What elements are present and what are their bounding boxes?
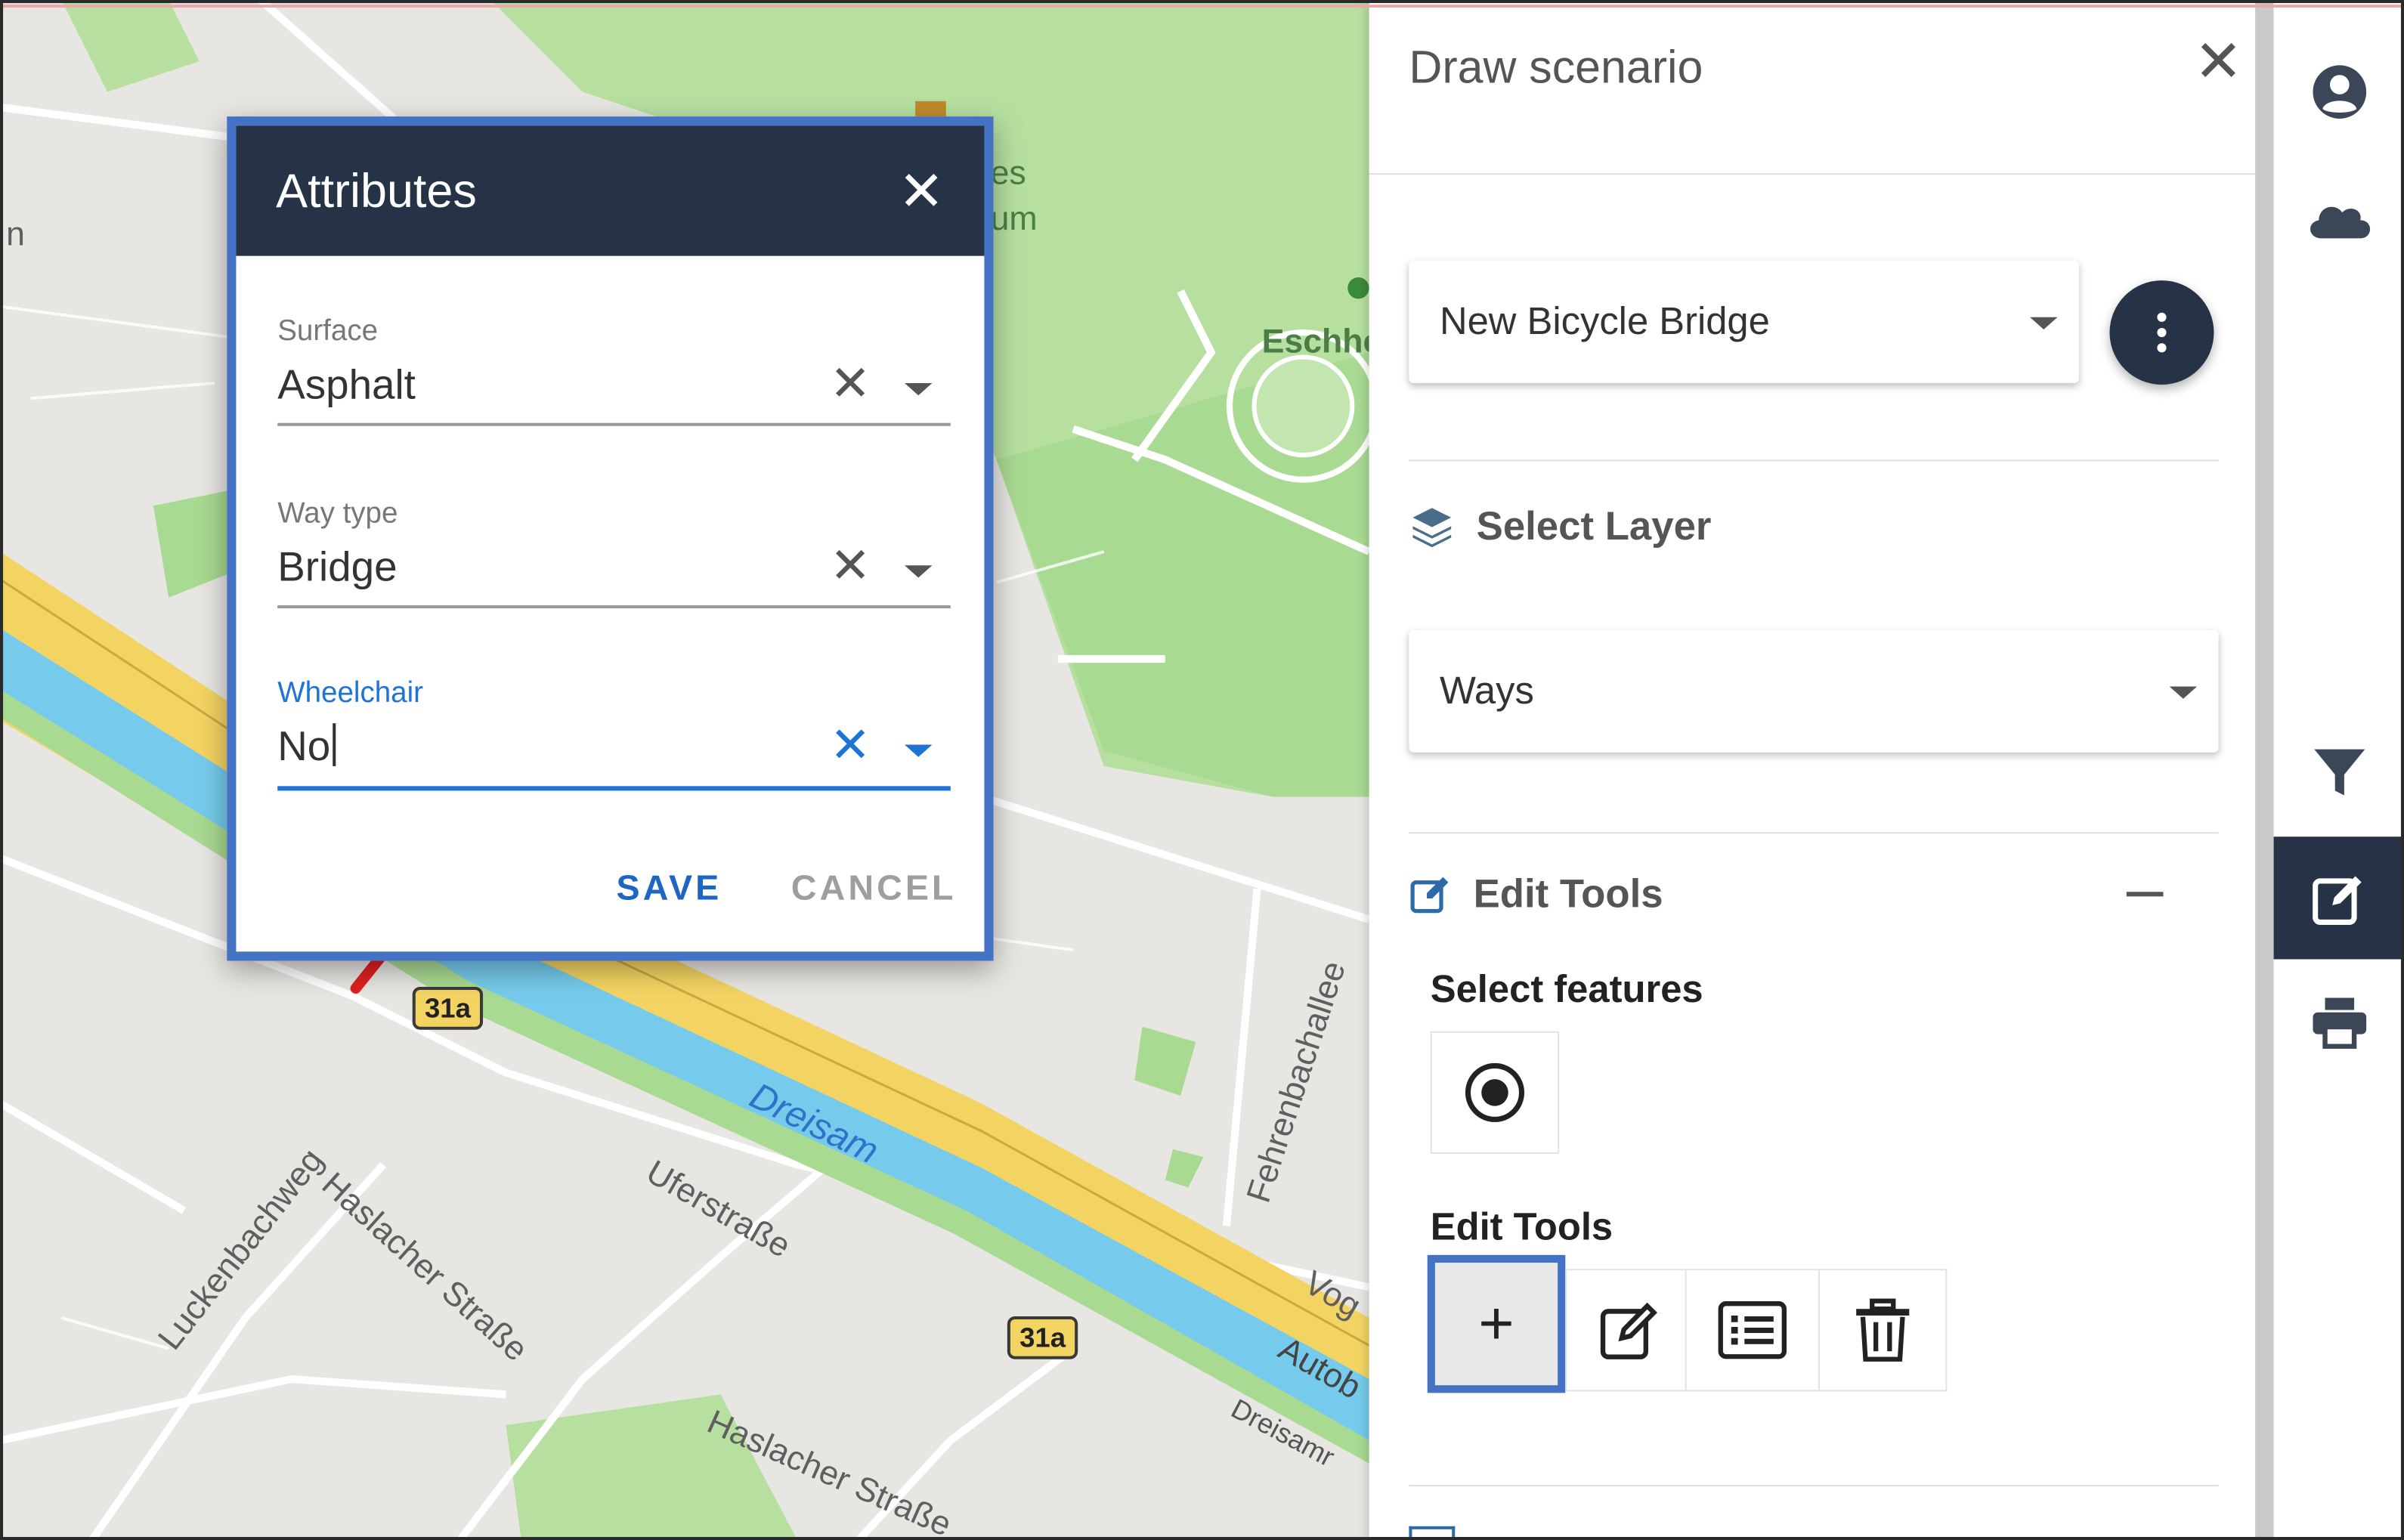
divider bbox=[1409, 459, 2219, 462]
divider bbox=[1409, 832, 2219, 834]
divider bbox=[1409, 1485, 2219, 1487]
panel-title: Draw scenario bbox=[1409, 42, 1703, 94]
modify-feature-button[interactable] bbox=[1565, 1269, 1694, 1392]
field-label: Way type bbox=[277, 498, 398, 530]
radio-select-icon bbox=[1465, 1062, 1525, 1122]
map-label-museum-1: es bbox=[990, 153, 1026, 192]
attributes-dialog: Attributes ✕ Surface Asphalt ✕ Way type … bbox=[227, 116, 994, 961]
cancel-button[interactable]: CANCEL bbox=[791, 867, 957, 909]
plus-icon: + bbox=[1478, 1290, 1514, 1358]
edit-tools-header[interactable]: Edit Tools bbox=[1409, 871, 1663, 918]
chevron-down-icon[interactable] bbox=[904, 565, 933, 578]
map-label-left: n bbox=[6, 214, 25, 253]
scenario-select[interactable]: New Bicycle Bridge bbox=[1409, 260, 2079, 383]
text-cursor bbox=[332, 723, 336, 766]
select-layer-header: Select Layer bbox=[1409, 503, 1711, 550]
layer-select[interactable]: Ways bbox=[1409, 629, 2219, 753]
trash-icon bbox=[1856, 1298, 1910, 1362]
layer-select-value: Ways bbox=[1439, 669, 1534, 713]
window-top-edge bbox=[0, 5, 2404, 8]
draw-scenario-button[interactable] bbox=[2273, 836, 2404, 960]
chevron-down-icon[interactable] bbox=[2169, 686, 2198, 699]
wheelchair-field[interactable]: Wheelchair No ✕ bbox=[277, 677, 951, 791]
app-window: Eschho es um n Dreisam Haslacher Straße … bbox=[0, 0, 2404, 1540]
account-icon bbox=[2312, 65, 2366, 119]
field-value: No bbox=[277, 723, 331, 770]
dialog-title: Attributes bbox=[276, 162, 477, 217]
way-type-field[interactable]: Way type Bridge ✕ bbox=[277, 498, 951, 609]
chevron-down-icon[interactable] bbox=[904, 382, 933, 396]
account-button[interactable] bbox=[2274, 31, 2404, 153]
clear-icon[interactable]: ✕ bbox=[830, 359, 871, 408]
road-shield: 31a bbox=[1007, 1316, 1078, 1359]
road-shield: 31a bbox=[412, 986, 484, 1030]
scenario-select-value: New Bicycle Bridge bbox=[1439, 300, 1770, 344]
add-feature-button[interactable]: + bbox=[1427, 1254, 1566, 1393]
dot bbox=[2157, 312, 2167, 322]
clear-icon[interactable]: ✕ bbox=[830, 541, 871, 590]
print-button[interactable] bbox=[2274, 960, 2404, 1083]
dot bbox=[2157, 343, 2167, 353]
right-toolbar bbox=[2273, 0, 2404, 1540]
cloud-button[interactable] bbox=[2274, 156, 2404, 279]
draw-scenario-panel: Draw scenario ✕ New Bicycle Bridge Selec… bbox=[1369, 0, 2256, 1540]
clear-icon[interactable]: ✕ bbox=[830, 720, 871, 769]
layers-icon bbox=[1412, 507, 1452, 547]
filter-icon bbox=[2313, 749, 2365, 796]
chevron-down-icon[interactable] bbox=[2029, 317, 2058, 329]
next-section-icon bbox=[1409, 1526, 1456, 1540]
field-value: Asphalt bbox=[277, 361, 416, 408]
field-value: Bridge bbox=[277, 543, 398, 590]
edit-tools-label: Edit Tools bbox=[1430, 1205, 1613, 1249]
surface-field[interactable]: Surface Asphalt ✕ bbox=[277, 315, 951, 426]
cloud-icon bbox=[2310, 206, 2370, 239]
edit-square-icon bbox=[1410, 876, 1449, 913]
map-label-museum-2: um bbox=[990, 199, 1038, 238]
close-icon[interactable]: ✕ bbox=[898, 162, 944, 218]
more-options-button[interactable] bbox=[2109, 280, 2214, 385]
edit-icon bbox=[2312, 876, 2361, 925]
field-underline bbox=[277, 422, 951, 426]
attribute-list-button[interactable] bbox=[1685, 1269, 1821, 1392]
field-label: Surface bbox=[277, 315, 379, 348]
section-title: Edit Tools bbox=[1473, 870, 1663, 917]
panel-scrollbar[interactable] bbox=[2255, 0, 2274, 1540]
section-title: Select Layer bbox=[1476, 503, 1712, 549]
select-feature-button[interactable] bbox=[1430, 1031, 1560, 1155]
save-button[interactable]: SAVE bbox=[617, 867, 722, 909]
chevron-down-icon[interactable] bbox=[904, 744, 933, 757]
field-underline bbox=[277, 605, 951, 609]
field-underline bbox=[277, 786, 951, 791]
collapse-icon[interactable] bbox=[2126, 892, 2164, 897]
select-features-label: Select features bbox=[1430, 968, 1703, 1012]
list-icon bbox=[1718, 1301, 1787, 1359]
delete-feature-button[interactable] bbox=[1818, 1269, 1948, 1392]
print-icon bbox=[2312, 997, 2366, 1049]
pencil-icon bbox=[1600, 1302, 1657, 1359]
dot bbox=[2157, 327, 2167, 338]
close-icon[interactable]: ✕ bbox=[2194, 34, 2243, 92]
divider bbox=[1369, 173, 2256, 175]
field-value-wrap: No bbox=[277, 723, 336, 771]
dialog-header: Attributes ✕ bbox=[236, 125, 985, 256]
filter-button[interactable] bbox=[2274, 711, 2404, 833]
map-label-eschholz: Eschho bbox=[1261, 321, 1369, 360]
field-label: Wheelchair bbox=[277, 677, 424, 710]
